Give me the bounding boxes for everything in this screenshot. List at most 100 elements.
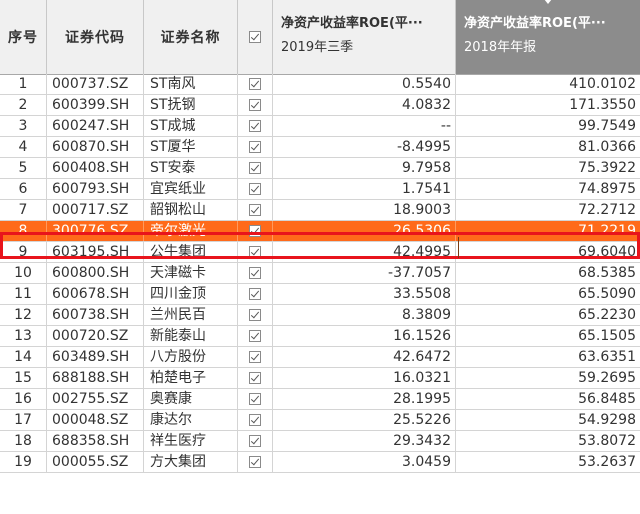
cell-checkbox[interactable] xyxy=(238,347,273,367)
cell-roe-2019: 0.5540 xyxy=(273,74,456,94)
row-checkbox[interactable] xyxy=(249,183,261,195)
row-checkbox[interactable] xyxy=(249,456,261,468)
cell-code: 000055.SZ xyxy=(47,452,144,472)
table-row[interactable]: 11 600678.SH 四川金顶 33.5508 65.5090 xyxy=(0,284,640,305)
row-checkbox[interactable] xyxy=(249,246,261,258)
cell-code: 688358.SH xyxy=(47,431,144,451)
table-row[interactable]: 5 600408.SH ST安泰 9.7958 75.3922 xyxy=(0,158,640,179)
cell-roe-2018: 72.2712 xyxy=(578,202,636,218)
table-row[interactable]: 14 603489.SH 八方股份 42.6472 63.6351 xyxy=(0,347,640,368)
cell-checkbox[interactable] xyxy=(238,389,273,409)
cell-checkbox[interactable] xyxy=(238,431,273,451)
cell-name: 四川金顶 xyxy=(144,284,238,304)
row-checkbox[interactable] xyxy=(249,309,261,321)
header-select-all[interactable] xyxy=(238,0,273,74)
row-checkbox[interactable] xyxy=(249,99,261,111)
row-checkbox[interactable] xyxy=(249,78,261,90)
cell-checkbox[interactable] xyxy=(238,179,273,199)
cell-roe-2019: -- xyxy=(273,116,456,136)
cell-checkbox[interactable] xyxy=(238,116,273,136)
row-checkbox[interactable] xyxy=(249,225,261,237)
table-row[interactable]: 18 688358.SH 祥生医疗 29.3432 53.8072 xyxy=(0,431,640,452)
cell-index: 14 xyxy=(0,347,47,367)
cell-checkbox[interactable] xyxy=(238,200,273,220)
row-checkbox[interactable] xyxy=(249,120,261,132)
row-checkbox[interactable] xyxy=(249,288,261,300)
cell-code: 002755.SZ xyxy=(47,389,144,409)
header-roe-2018[interactable]: 净资产收益率ROE(平··· 2018年年报 xyxy=(456,0,640,74)
cell-index: 6 xyxy=(0,179,47,199)
cell-checkbox[interactable] xyxy=(238,263,273,283)
row-checkbox[interactable] xyxy=(249,267,261,279)
cell-checkbox[interactable] xyxy=(238,221,273,241)
table-row[interactable]: 4 600870.SH ST厦华 -8.4995 81.0366 xyxy=(0,137,640,158)
cell-roe-2019: 16.1526 xyxy=(273,326,456,346)
cell-roe-2019: 42.4995 xyxy=(273,242,456,262)
cell-checkbox[interactable] xyxy=(238,305,273,325)
cell-roe-2018: 71.2219 xyxy=(456,221,640,241)
table-row[interactable]: 10 600800.SH 天津磁卡 -37.7057 68.5385 xyxy=(0,263,640,284)
table-row[interactable]: 6 600793.SH 宜宾纸业 1.7541 74.8975 xyxy=(0,179,640,200)
cell-checkbox[interactable] xyxy=(238,74,273,94)
table-row[interactable]: 12 600738.SH 兰州民百 8.3809 65.2230 xyxy=(0,305,640,326)
row-checkbox[interactable] xyxy=(249,351,261,363)
cell-roe-2018: 65.1505 xyxy=(578,328,636,344)
cell-checkbox[interactable] xyxy=(238,452,273,472)
cell-name: 八方股份 xyxy=(144,347,238,367)
cell-roe-2018: 74.8975 xyxy=(578,181,636,197)
cell-roe-2018: 65.5090 xyxy=(578,286,636,302)
cell-name: ST安泰 xyxy=(144,158,238,178)
table-header: 序号 证券代码 证券名称 净资产收益率ROE(平··· 2019年三季 净资产收… xyxy=(0,0,640,75)
cell-index: 17 xyxy=(0,410,47,430)
row-checkbox[interactable] xyxy=(249,330,261,342)
cell-checkbox[interactable] xyxy=(238,95,273,115)
row-checkbox[interactable] xyxy=(249,435,261,447)
header-roe-2019[interactable]: 净资产收益率ROE(平··· 2019年三季 xyxy=(273,0,456,74)
cell-roe-2018: 63.6351 xyxy=(578,349,636,365)
cell-roe-2019: 28.1995 xyxy=(273,389,456,409)
table-row[interactable]: 3 600247.SH ST成城 -- 99.7549 xyxy=(0,116,640,137)
cell-name: 天津磁卡 xyxy=(144,263,238,283)
cell-checkbox[interactable] xyxy=(238,326,273,346)
table-row[interactable]: 19 000055.SZ 方大集团 3.0459 53.2637 xyxy=(0,452,640,473)
table-row[interactable]: 7 000717.SZ 韶钢松山 18.9003 72.2712 xyxy=(0,200,640,221)
table-row[interactable]: 17 000048.SZ 康达尔 25.5226 54.9298 xyxy=(0,410,640,431)
header-index[interactable]: 序号 xyxy=(0,0,47,74)
header-code[interactable]: 证券代码 xyxy=(47,0,144,74)
row-checkbox[interactable] xyxy=(249,141,261,153)
row-checkbox[interactable] xyxy=(249,414,261,426)
cell-roe-2018: 54.9298 xyxy=(578,412,636,428)
row-checkbox[interactable] xyxy=(249,393,261,405)
cell-roe-2019: 42.6472 xyxy=(273,347,456,367)
cell-index: 15 xyxy=(0,368,47,388)
cell-checkbox[interactable] xyxy=(238,368,273,388)
cell-code: 600399.SH xyxy=(47,95,144,115)
cell-roe-2019: 1.7541 xyxy=(273,179,456,199)
cell-checkbox[interactable] xyxy=(238,242,273,262)
table-row[interactable]: 13 000720.SZ 新能泰山 16.1526 65.1505 xyxy=(0,326,640,347)
table-row[interactable]: 1 000737.SZ ST南风 0.5540 410.0102 xyxy=(0,74,640,95)
cell-code: 600678.SH xyxy=(47,284,144,304)
header-roe-2018-title: 净资产收益率ROE(平··· xyxy=(464,16,606,31)
cell-index: 19 xyxy=(0,452,47,472)
row-checkbox[interactable] xyxy=(249,372,261,384)
table-row[interactable]: 2 600399.SH ST抚钢 4.0832 171.3550 xyxy=(0,95,640,116)
cell-roe-2018: 69.6040 xyxy=(578,244,636,260)
cell-code: 600870.SH xyxy=(47,137,144,157)
cell-checkbox[interactable] xyxy=(238,137,273,157)
cell-code: 600408.SH xyxy=(47,158,144,178)
row-checkbox[interactable] xyxy=(249,162,261,174)
table-row[interactable]: 8 300776.SZ 帝尔激光 26.5306 71.2219 xyxy=(0,221,640,242)
table-row[interactable]: 16 002755.SZ 奥赛康 28.1995 56.8485 xyxy=(0,389,640,410)
select-all-checkbox[interactable] xyxy=(249,31,261,43)
table-row[interactable]: 9 603195.SH 公牛集团 42.4995 69.6040 xyxy=(0,242,640,263)
header-code-label: 证券代码 xyxy=(65,30,125,46)
cell-checkbox[interactable] xyxy=(238,284,273,304)
row-checkbox[interactable] xyxy=(249,204,261,216)
cell-checkbox[interactable] xyxy=(238,410,273,430)
cell-roe-2019: 4.0832 xyxy=(273,95,456,115)
cell-roe-2019: -8.4995 xyxy=(273,137,456,157)
table-row[interactable]: 15 688188.SH 柏楚电子 16.0321 59.2695 xyxy=(0,368,640,389)
cell-checkbox[interactable] xyxy=(238,158,273,178)
header-name[interactable]: 证券名称 xyxy=(144,0,238,74)
